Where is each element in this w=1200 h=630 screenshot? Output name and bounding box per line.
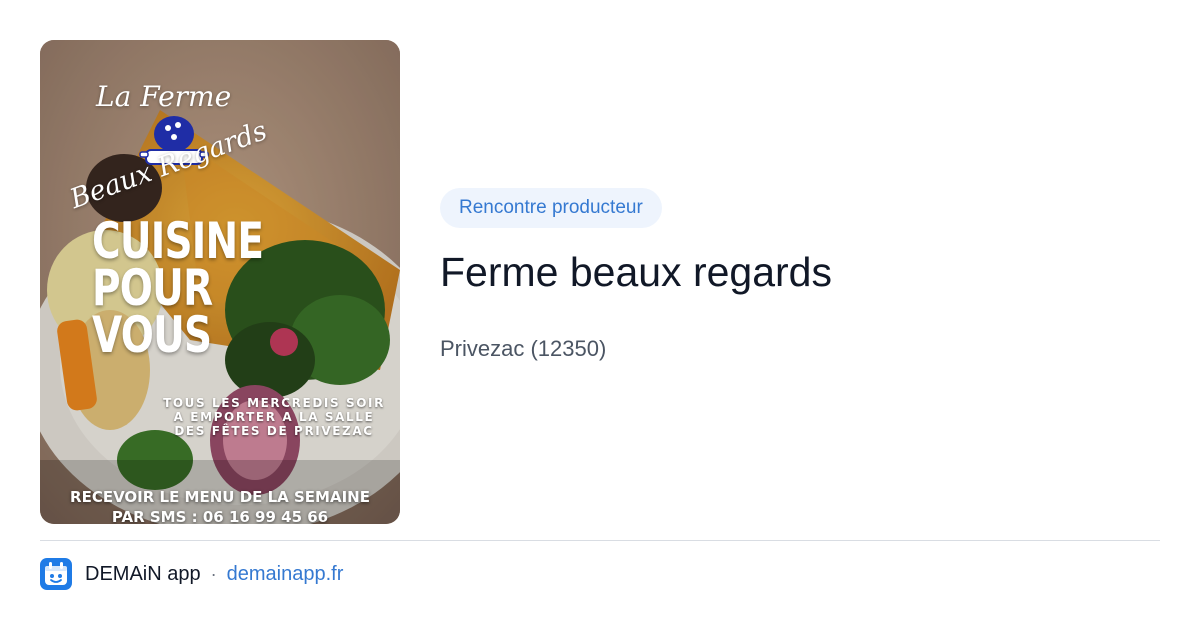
- poster-cta-line: PAR SMS : 06 16 99 45 66: [111, 508, 329, 524]
- poster-brand-title: La Ferme: [96, 80, 232, 113]
- poster-cta: RECEVOIR LE MENU DE LA SEMAINE PAR SMS :…: [40, 487, 400, 524]
- demain-app-icon: [40, 558, 72, 590]
- location-text: Privezac (12350): [440, 336, 607, 361]
- app-name: DEMAiN app: [85, 562, 201, 585]
- poster-image: La Ferme Beaux Regards CUISINE POUR VOUS…: [40, 40, 400, 524]
- poster-schedule-line: DES FÊTES DE PRIVEZAC: [174, 424, 374, 438]
- poster-headline-line: VOUS: [92, 306, 212, 364]
- poster-headline-line: CUISINE: [92, 212, 264, 270]
- poster-schedule-line: TOUS LES MERCREDIS SOIR: [163, 396, 385, 410]
- poster-schedule: TOUS LES MERCREDIS SOIR A EMPORTER A LA …: [150, 396, 398, 438]
- poster-schedule-line: A EMPORTER A LA SALLE: [173, 410, 375, 424]
- domain-link[interactable]: demainapp.fr: [227, 563, 344, 586]
- poster-headline-line: POUR: [92, 259, 213, 317]
- poster-headline: CUISINE POUR VOUS: [92, 212, 264, 364]
- footer-divider: [40, 540, 1160, 541]
- category-tag: Rencontre producteur: [440, 188, 662, 228]
- page-title: Ferme beaux regards: [440, 249, 832, 295]
- poster-cta-line: RECEVOIR LE MENU DE LA SEMAINE: [70, 488, 370, 506]
- footer-separator: ·: [210, 563, 217, 584]
- footer: DEMAiN app · demainapp.fr: [40, 558, 343, 590]
